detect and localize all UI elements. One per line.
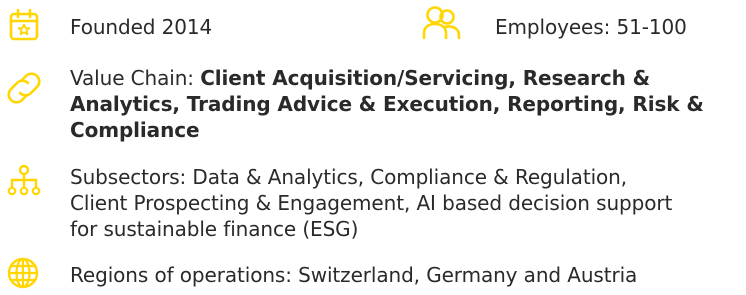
founded-text: Founded 2014 [70, 15, 213, 39]
value-chain-label: Value Chain: [70, 66, 201, 90]
calendar-star-icon [7, 8, 41, 42]
globe-icon [6, 256, 40, 290]
subsectors-text: Subsectors: Data & Analytics, Compliance… [70, 164, 672, 242]
link-icon [7, 71, 41, 105]
employees-text: Employees: 51-100 [495, 15, 687, 39]
hierarchy-icon [7, 164, 41, 196]
subsectors-line: Client Prospecting & Engagement, AI base… [70, 191, 673, 215]
company-facts: Founded 2014 Employees: 51-100 Value Cha… [0, 0, 746, 295]
value-chain-value: Client Acquisition/Servicing, Research & [200, 66, 650, 90]
value-chain-value: Compliance [70, 118, 200, 142]
value-chain-text: Value Chain: Client Acquisition/Servicin… [70, 65, 704, 143]
people-icon [421, 5, 461, 41]
value-chain-line-1: Value Chain: Client Acquisition/Servicin… [70, 65, 704, 91]
subsectors-line: Subsectors: Data & Analytics, Compliance… [70, 165, 627, 189]
regions-text: Regions of operations: Switzerland, Germ… [70, 263, 638, 287]
value-chain-value: Analytics, Trading Advice & Execution, R… [70, 92, 704, 116]
subsectors-line: for sustainable finance (ESG) [70, 217, 359, 241]
